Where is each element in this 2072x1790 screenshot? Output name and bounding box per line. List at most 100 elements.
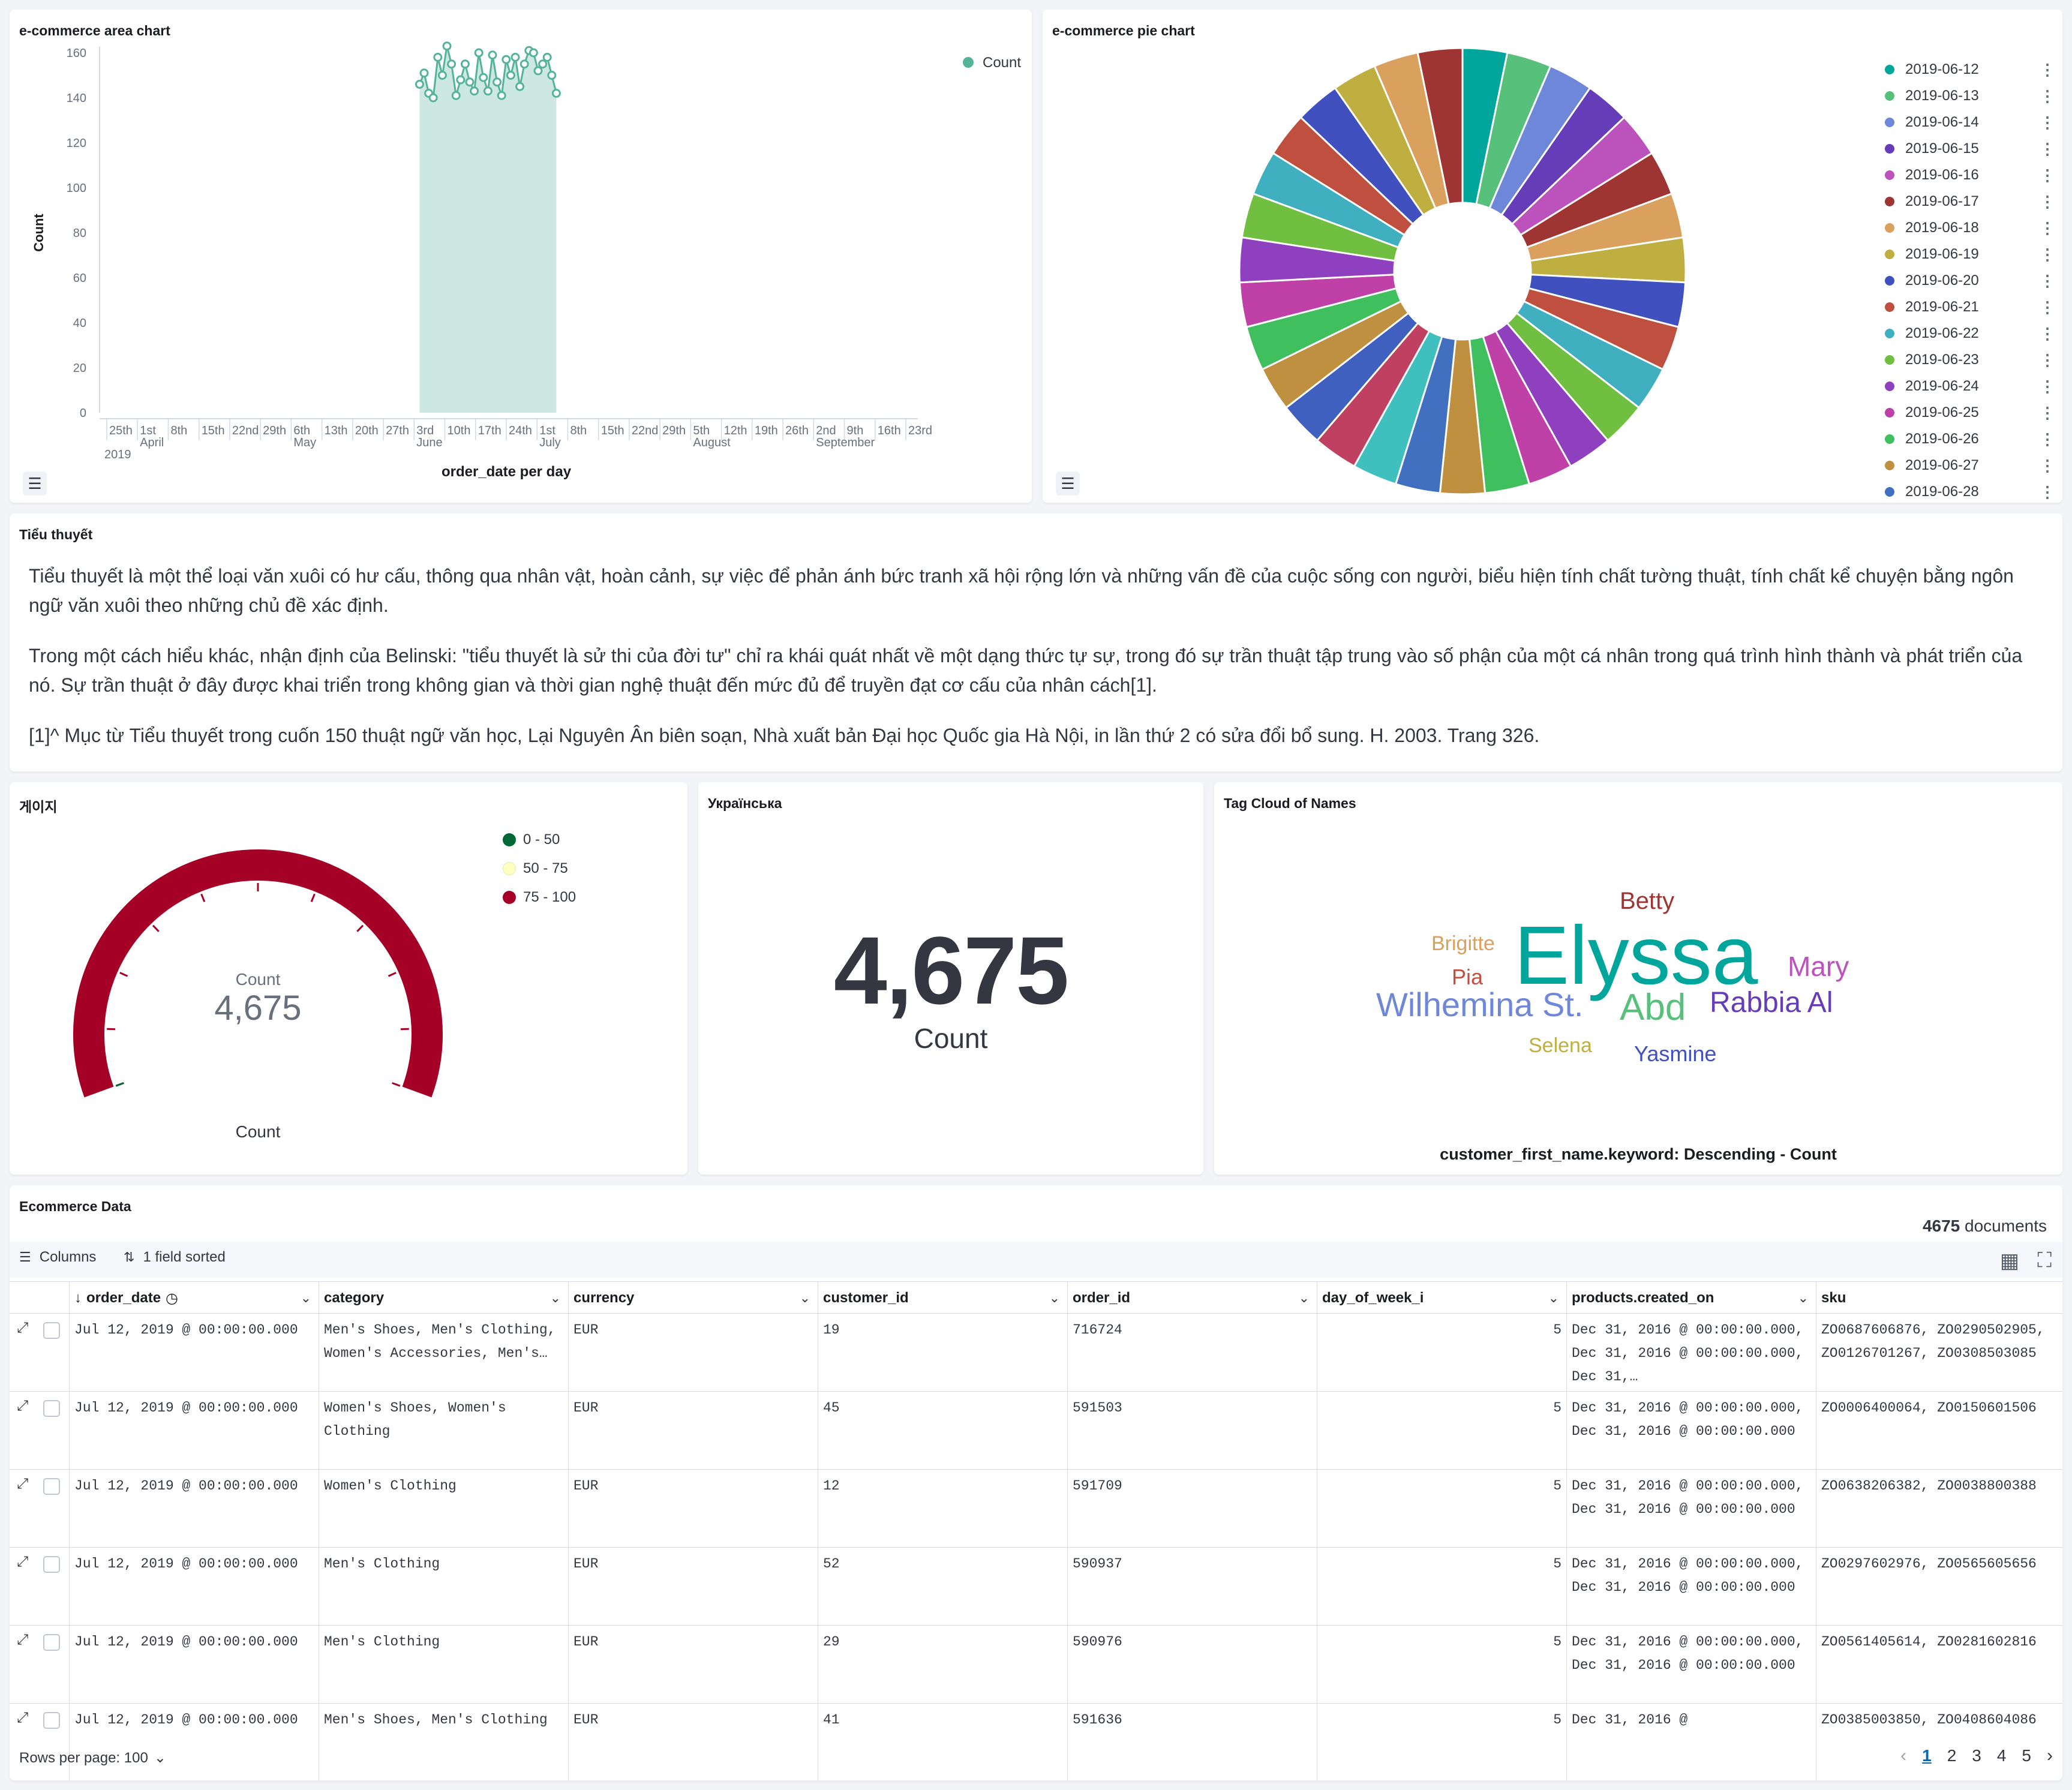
tag-yasmine[interactable]: Yasmine <box>1634 1041 1716 1067</box>
data-point[interactable] <box>528 48 538 58</box>
tag-abd[interactable]: Abd <box>1620 986 1686 1029</box>
data-point[interactable] <box>437 71 447 80</box>
pie-legend-item[interactable]: 2019-06-12 ⋮ <box>1885 58 2059 82</box>
legend-options-icon[interactable]: ⋮ <box>2040 456 2055 475</box>
table-cell[interactable]: 590976 <box>1068 1626 1317 1704</box>
data-point[interactable] <box>460 59 470 69</box>
data-point[interactable] <box>419 68 429 78</box>
next-page-icon[interactable]: › <box>2047 1746 2053 1766</box>
pie-legend-item[interactable]: 2019-06-19 ⋮ <box>1885 242 2059 266</box>
data-point[interactable] <box>502 55 511 64</box>
expand-row-icon[interactable]: ⤢ <box>17 1710 28 1726</box>
page-link[interactable]: 5 <box>2022 1746 2031 1765</box>
pie-legend-item[interactable]: 2019-06-17 ⋮ <box>1885 190 2059 214</box>
sort-button[interactable]: ⇅ 1 field sorted <box>124 1249 226 1266</box>
pie-legend-item[interactable]: 2019-06-28 ⋮ <box>1885 480 2059 501</box>
legend-options-icon[interactable]: ⋮ <box>2040 325 2055 343</box>
table-cell[interactable]: Men's Clothing <box>319 1626 569 1704</box>
data-point[interactable] <box>488 50 497 60</box>
row-checkbox[interactable] <box>43 1556 60 1573</box>
table-cell[interactable]: EUR <box>569 1548 818 1626</box>
table-cell[interactable]: ZO0638206382, ZO0038800388 <box>1816 1470 2062 1548</box>
data-point[interactable] <box>497 91 506 100</box>
data-point[interactable] <box>547 71 557 80</box>
table-cell[interactable]: Jul 12, 2019 @ 00:00:00.000 <box>70 1470 319 1548</box>
page-link[interactable]: 2 <box>1947 1746 1957 1765</box>
rows-per-page-button[interactable]: Rows per page: 100 ⌄ <box>19 1749 166 1767</box>
table-cell[interactable]: 19 <box>818 1314 1068 1392</box>
table-cell[interactable]: 591503 <box>1068 1392 1317 1470</box>
legend-options-icon[interactable]: ⋮ <box>2040 298 2055 317</box>
tag-mary[interactable]: Mary <box>1788 950 1849 983</box>
legend-options-icon[interactable]: ⋮ <box>2040 113 2055 132</box>
legend-options-icon[interactable]: ⋮ <box>2040 245 2055 264</box>
table-cell[interactable]: EUR <box>569 1392 818 1470</box>
expand-row-icon[interactable]: ⤢ <box>17 1554 28 1570</box>
pie-legend-item[interactable]: 2019-06-15 ⋮ <box>1885 137 2059 161</box>
data-point[interactable] <box>551 89 561 98</box>
table-cell[interactable]: 5 <box>1317 1470 1567 1548</box>
data-point[interactable] <box>479 73 488 82</box>
table-cell[interactable]: Women's Shoes, Women's Clothing <box>319 1392 569 1470</box>
pie-legend-item[interactable]: 2019-06-21 ⋮ <box>1885 295 2059 319</box>
expand-row-icon[interactable]: ⤢ <box>17 1632 28 1648</box>
legend-options-icon[interactable]: ⋮ <box>2040 377 2055 396</box>
legend-options-icon[interactable]: ⋮ <box>2040 193 2055 211</box>
data-point[interactable] <box>515 82 525 91</box>
gauge-legend-item[interactable]: 75 - 100 <box>503 883 576 912</box>
table-cell[interactable]: ZO0297602976, ZO0565605656 <box>1816 1548 2062 1626</box>
data-point[interactable] <box>533 66 543 76</box>
table-cell[interactable]: Jul 12, 2019 @ 00:00:00.000 <box>70 1548 319 1626</box>
table-cell[interactable]: EUR <box>569 1314 818 1392</box>
table-cell[interactable]: 5 <box>1317 1548 1567 1626</box>
pie-legend-item[interactable]: 2019-06-24 ⋮ <box>1885 374 2059 398</box>
data-point[interactable] <box>542 53 552 62</box>
column-header-day-of-week[interactable]: day_of_week_i ⌄ <box>1317 1282 1567 1314</box>
table-cell[interactable]: Dec 31, 2016 @ 00:00:00.000, Dec 31, 201… <box>1567 1392 1816 1470</box>
row-checkbox[interactable] <box>43 1400 60 1417</box>
table-cell[interactable]: Men's Clothing <box>319 1548 569 1626</box>
pie-legend-item[interactable]: 2019-06-22 ⋮ <box>1885 322 2059 346</box>
legend-options-icon[interactable]: ⋮ <box>2040 430 2055 449</box>
table-cell[interactable]: 5 <box>1317 1626 1567 1704</box>
data-point[interactable] <box>465 77 475 87</box>
legend-options-icon[interactable]: ⋮ <box>2040 219 2055 238</box>
table-cell[interactable]: 45 <box>818 1392 1068 1470</box>
legend-options-icon[interactable]: ⋮ <box>2040 272 2055 290</box>
table-cell[interactable]: Jul 12, 2019 @ 00:00:00.000 <box>70 1626 319 1704</box>
tag-wilhemina[interactable]: Wilhemina St. <box>1376 985 1583 1024</box>
table-cell[interactable]: EUR <box>569 1626 818 1704</box>
page-link[interactable]: 3 <box>1972 1746 1981 1765</box>
data-point[interactable] <box>433 53 443 62</box>
tag-rabbia[interactable]: Rabbia Al <box>1710 986 1833 1019</box>
legend-options-icon[interactable]: ⋮ <box>2040 87 2055 106</box>
table-cell[interactable]: 5 <box>1317 1314 1567 1392</box>
column-header-category[interactable]: category ⌄ <box>319 1282 569 1314</box>
legend-toggle-icon[interactable]: ☰ <box>23 471 47 495</box>
table-cell[interactable]: ZO0561405614, ZO0281602816 <box>1816 1626 2062 1704</box>
data-point[interactable] <box>442 41 452 51</box>
page-link[interactable]: 1 <box>1922 1746 1932 1765</box>
data-point[interactable] <box>538 59 548 69</box>
table-cell[interactable]: 52 <box>818 1548 1068 1626</box>
legend-options-icon[interactable]: ⋮ <box>2040 166 2055 185</box>
row-checkbox[interactable] <box>43 1322 60 1339</box>
data-point[interactable] <box>428 93 438 103</box>
table-cell[interactable]: Jul 12, 2019 @ 00:00:00.000 <box>70 1314 319 1392</box>
legend-toggle-icon[interactable]: ☰ <box>1056 471 1080 495</box>
pie-legend-item[interactable]: 2019-06-27 ⋮ <box>1885 453 2059 477</box>
table-cell[interactable]: Dec 31, 2016 @ 00:00:00.000, Dec 31, 201… <box>1567 1548 1816 1626</box>
column-header-order-id[interactable]: order_id ⌄ <box>1068 1282 1317 1314</box>
data-point[interactable] <box>415 80 424 89</box>
fullscreen-icon[interactable]: ⛶ <box>2037 1249 2052 1272</box>
prev-page-icon[interactable]: ‹ <box>1900 1746 1906 1766</box>
row-checkbox[interactable] <box>43 1712 60 1729</box>
legend-label[interactable]: Count <box>983 55 1021 71</box>
column-header-order-date[interactable]: ↓ order_date ◷ ⌄ <box>70 1282 319 1314</box>
table-cell[interactable]: 12 <box>818 1470 1068 1548</box>
table-cell[interactable]: 5 <box>1317 1392 1567 1470</box>
data-point[interactable] <box>493 77 502 87</box>
pie-legend-item[interactable]: 2019-06-25 ⋮ <box>1885 401 2059 425</box>
pie-legend-item[interactable]: 2019-06-26 ⋮ <box>1885 427 2059 451</box>
data-point[interactable] <box>519 59 529 69</box>
